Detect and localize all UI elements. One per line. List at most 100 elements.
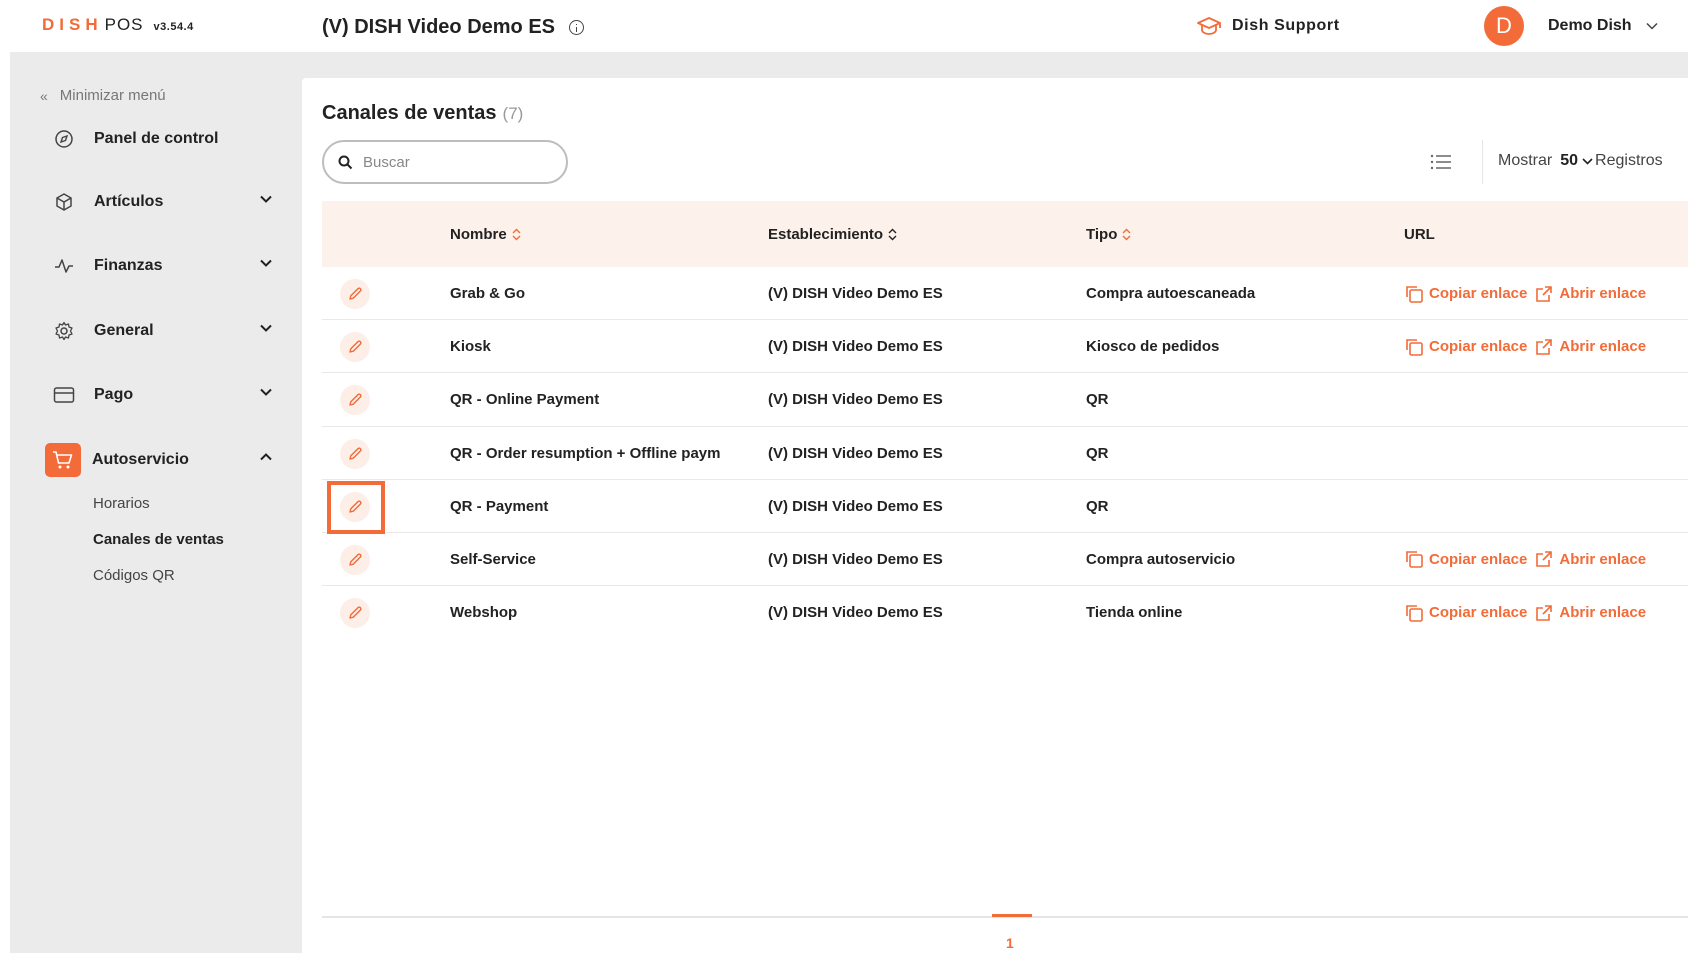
column-label: Establecimiento xyxy=(768,225,884,243)
cell-venue: (V) DISH Video Demo ES xyxy=(768,285,943,302)
table-row: QR - Online Payment (V) DISH Video Demo … xyxy=(322,373,1688,427)
cell-type: QR xyxy=(1086,391,1109,409)
edit-button[interactable] xyxy=(340,279,370,309)
search-icon xyxy=(338,155,353,169)
chevron-down-icon xyxy=(260,259,272,267)
logo-product: POS xyxy=(104,15,144,34)
main-content: Canales de ventas (7) Mostrar 50 Registro… xyxy=(302,78,1688,953)
copy-link-label: Copiar enlace xyxy=(1429,550,1528,568)
edit-button[interactable] xyxy=(340,544,370,575)
cell-url: Copiar enlace Abrir enlace xyxy=(1404,533,1688,586)
copy-link-label: Copiar enlace xyxy=(1429,338,1528,356)
column-header-nombre[interactable]: Nombre xyxy=(450,226,521,243)
cell-url: Copiar enlace Abrir enlace xyxy=(1404,320,1688,373)
dish-support-link[interactable]: Dish Support xyxy=(1196,16,1340,36)
cell-venue: (V) DISH Video Demo ES xyxy=(768,604,943,622)
sidebar-item-articulos[interactable]: Artículos xyxy=(52,187,282,217)
open-link-button[interactable]: Abrir enlace xyxy=(1534,284,1646,304)
sidebar-item-label: Artículos xyxy=(94,193,164,210)
pencil-icon xyxy=(349,340,362,353)
chevron-down-icon xyxy=(1646,22,1658,30)
search-box[interactable] xyxy=(322,140,568,184)
external-link-icon xyxy=(1536,551,1553,568)
user-name: Demo Dish xyxy=(1548,17,1632,34)
cell-name: QR - Online Payment xyxy=(450,391,600,409)
minimize-label: Minimizar menú xyxy=(59,87,166,104)
user-menu[interactable]: D Demo Dish xyxy=(1484,6,1658,46)
records-label: Registros xyxy=(1595,152,1663,169)
table-row: Webshop (V) DISH Video Demo ES Tienda on… xyxy=(322,586,1688,639)
copy-icon xyxy=(1406,604,1423,622)
cell-url: Copiar enlace Abrir enlace xyxy=(1404,586,1688,639)
edit-button[interactable] xyxy=(340,332,370,363)
sort-icon xyxy=(1122,228,1131,240)
pencil-icon xyxy=(349,287,362,300)
chevron-down-icon xyxy=(260,195,272,203)
table-row: Self-Service (V) DISH Video Demo ES Comp… xyxy=(322,533,1688,587)
show-label: Mostrar xyxy=(1498,152,1553,169)
sidebar-item-finanzas[interactable]: Finanzas xyxy=(52,251,282,281)
copy-link-label: Copiar enlace xyxy=(1429,285,1528,302)
sidebar-item-label: General xyxy=(94,322,154,339)
copy-link-button[interactable]: Copiar enlace xyxy=(1404,549,1527,569)
toolbar-divider xyxy=(1482,140,1483,184)
page-size-selector[interactable]: Mostrar 50 Registros xyxy=(1498,152,1663,170)
chevron-up-icon xyxy=(260,453,272,461)
copy-link-button[interactable]: Copiar enlace xyxy=(1404,603,1527,623)
sidebar-subitem-codigos-qr[interactable]: Códigos QR xyxy=(93,567,175,584)
dish-pos-logo[interactable]: DISH POS v3.54.4 xyxy=(42,15,194,35)
column-header-establecimiento[interactable]: Establecimiento xyxy=(768,226,897,243)
external-link-icon xyxy=(1536,604,1553,621)
open-link-label: Abrir enlace xyxy=(1559,338,1647,356)
top-bar: DISH POS v3.54.4 (V) DISH Video Demo ES … xyxy=(0,0,1688,52)
column-label: Nombre xyxy=(450,225,507,243)
search-input[interactable] xyxy=(363,153,543,171)
edit-button[interactable] xyxy=(340,438,370,469)
table-body: Grab & Go (V) DISH Video Demo ES Compra … xyxy=(322,267,1688,639)
compass-icon xyxy=(52,127,76,151)
external-link-icon xyxy=(1536,285,1553,302)
column-label: URL xyxy=(1404,225,1435,243)
copy-icon xyxy=(1406,285,1423,303)
pencil-icon xyxy=(349,447,362,460)
column-header-tipo[interactable]: Tipo xyxy=(1086,226,1131,243)
sidebar-subitem-horarios[interactable]: Horarios xyxy=(93,495,150,512)
sidebar-item-autoservicio[interactable]: Autoservicio xyxy=(45,443,282,477)
pulse-icon xyxy=(52,254,76,278)
edit-button[interactable] xyxy=(340,385,370,416)
list-view-icon[interactable] xyxy=(1430,154,1452,170)
cart-icon xyxy=(45,443,81,477)
card-icon xyxy=(52,383,76,407)
record-count: (7) xyxy=(502,104,524,123)
open-link-label: Abrir enlace xyxy=(1559,285,1647,302)
cell-name: QR - Order resumption + Offline paym xyxy=(450,444,721,462)
chevron-down-icon xyxy=(260,324,272,332)
sales-channels-table: Nombre Establecimiento Tipo URL Grab & G… xyxy=(322,201,1688,639)
open-link-button[interactable]: Abrir enlace xyxy=(1534,603,1646,623)
minimize-menu-button[interactable]: « Minimizar menú xyxy=(40,87,166,104)
info-icon[interactable] xyxy=(569,20,585,35)
sidebar-item-pago[interactable]: Pago xyxy=(52,380,282,410)
cell-name: Webshop xyxy=(450,604,518,622)
cell-url: Copiar enlace Abrir enlace xyxy=(1404,267,1688,320)
open-link-button[interactable]: Abrir enlace xyxy=(1534,337,1646,357)
venue-title: (V) DISH Video Demo ES xyxy=(322,16,585,39)
copy-link-button[interactable]: Copiar enlace xyxy=(1404,284,1527,304)
edit-button[interactable] xyxy=(340,598,370,629)
cell-type: QR xyxy=(1086,444,1109,462)
table-row: Kiosk (V) DISH Video Demo ES Kiosco de p… xyxy=(322,320,1688,374)
page-title-text: Canales de ventas xyxy=(322,102,497,124)
open-link-label: Abrir enlace xyxy=(1559,604,1647,622)
column-label: Tipo xyxy=(1086,225,1118,243)
table-row: QR - Payment (V) DISH Video Demo ES QR xyxy=(322,480,1688,534)
cell-venue: (V) DISH Video Demo ES xyxy=(768,497,943,515)
pagination-page-1[interactable]: 1 xyxy=(1006,935,1014,951)
chevron-down-icon xyxy=(1582,157,1593,165)
support-label: Dish Support xyxy=(1232,17,1340,34)
copy-link-label: Copiar enlace xyxy=(1429,604,1528,622)
copy-link-button[interactable]: Copiar enlace xyxy=(1404,337,1527,357)
sidebar-subitem-canales-de-ventas[interactable]: Canales de ventas xyxy=(93,531,224,548)
sidebar-item-general[interactable]: General xyxy=(52,316,282,346)
open-link-button[interactable]: Abrir enlace xyxy=(1534,549,1646,569)
sidebar-item-panel-de-control[interactable]: Panel de control xyxy=(52,124,282,154)
